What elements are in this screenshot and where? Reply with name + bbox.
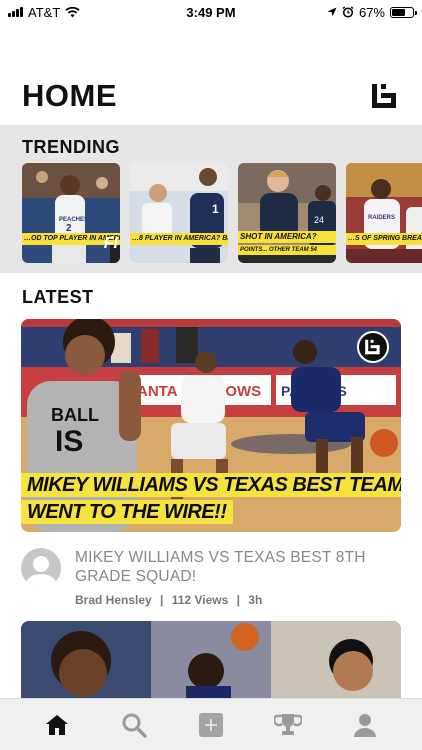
wifi-icon	[65, 6, 80, 17]
svg-text:RAIDERS: RAIDERS	[368, 215, 395, 221]
tab-upload[interactable]	[191, 705, 231, 745]
trending-video-thumbnail[interactable]: PEACHES 2 …OD TOP PLAYER IN AMERICA? LA …	[22, 163, 120, 263]
tab-home[interactable]	[37, 705, 77, 745]
author-name[interactable]: Brad Hensley	[75, 593, 152, 607]
trending-video-thumbnail[interactable]: 1 …8 PLAYER IN AMERICA? BEST 8TH GRADER	[130, 163, 228, 263]
post-age: 3h	[248, 593, 263, 607]
trending-video-thumbnail[interactable]: RAIDERS …S OF SPRING BREAK? 76ERS CAMP S…	[346, 163, 422, 263]
signal-icon	[8, 7, 23, 17]
trending-video-thumbnail[interactable]: 24 SHOT IN AMERICA? POINTS... OTHER TEAM…	[238, 163, 336, 263]
add-icon	[198, 712, 223, 737]
battery-percent: 67%	[358, 4, 385, 20]
video-subtitle: Brad Hensley | 112 Views | 3h	[75, 593, 401, 607]
featured-caption: MIKEY WILLIAMS VS TEXAS BEST TEAM WENT T…	[21, 473, 401, 527]
trending-caption: …8 PLAYER IN AMERICA? BEST 8TH GRADER	[130, 233, 228, 245]
separator: |	[160, 593, 164, 607]
tab-search[interactable]	[114, 705, 154, 745]
search-icon	[122, 713, 147, 738]
latest-title: LATEST	[22, 287, 94, 307]
shirt-text-large: IS	[55, 425, 83, 458]
tab-bar	[0, 698, 422, 750]
trending-caption: …S OF SPRING BREAK? 76ERS CAMP SPECIAL	[346, 233, 422, 245]
trending-caption-secondary: POINTS... OTHER TEAM 54	[238, 245, 336, 255]
tab-profile[interactable]	[345, 705, 385, 745]
trending-title: TRENDING	[22, 137, 120, 157]
page-title: HOME	[22, 78, 117, 113]
avatar[interactable]	[21, 548, 61, 588]
separator: |	[236, 593, 240, 607]
video-title[interactable]: MIKEY WILLIAMS VS TEXAS BEST 8TH GRADE S…	[75, 548, 401, 586]
featured-caption-line-2: WENT TO THE WIRE!!	[21, 500, 233, 524]
carrier-label: AT&T	[28, 4, 61, 20]
svg-text:PEACHES: PEACHES	[59, 217, 88, 223]
svg-text:1: 1	[212, 202, 219, 216]
home-icon	[45, 714, 68, 735]
thumbnail-image: 1	[130, 163, 228, 263]
location-icon	[327, 7, 337, 17]
trending-section: TRENDING PEACHES 2 …OD TOP PLAYER IN AME…	[0, 125, 422, 273]
profile-icon	[354, 713, 377, 737]
battery-fill	[392, 8, 406, 16]
trending-side-text: FI	[103, 235, 118, 252]
view-count: 112 Views	[171, 593, 229, 607]
thumbnail-image: RAIDERS	[346, 163, 422, 263]
status-right: 67%	[327, 4, 417, 20]
trending-carousel[interactable]: PEACHES 2 …OD TOP PLAYER IN AMERICA? LA …	[22, 163, 422, 263]
trophy-icon	[274, 713, 303, 735]
featured-caption-line-1: MIKEY WILLIAMS VS TEXAS BEST TEAM	[21, 473, 401, 497]
video-meta[interactable]: MIKEY WILLIAMS VS TEXAS BEST 8TH GRADE S…	[21, 548, 401, 607]
video-info: MIKEY WILLIAMS VS TEXAS BEST 8TH GRADE S…	[75, 548, 401, 607]
battery-icon	[390, 6, 417, 18]
ballislife-logo-icon	[357, 331, 389, 363]
featured-video-thumbnail[interactable]: SANTA MEADOWS PANTERS BALL IS MIKEY WILL…	[21, 319, 401, 532]
alarm-icon	[342, 6, 354, 18]
ballislife-logo-icon[interactable]	[370, 81, 400, 111]
shirt-text: BALL	[51, 405, 99, 425]
svg-text:24: 24	[314, 215, 324, 225]
status-left: AT&T	[8, 5, 80, 20]
tab-leaderboard[interactable]	[268, 705, 308, 745]
status-bar: AT&T 3:49 PM 67%	[0, 0, 422, 24]
trending-caption: SHOT IN AMERICA?	[238, 231, 336, 243]
header: HOME	[22, 76, 400, 116]
